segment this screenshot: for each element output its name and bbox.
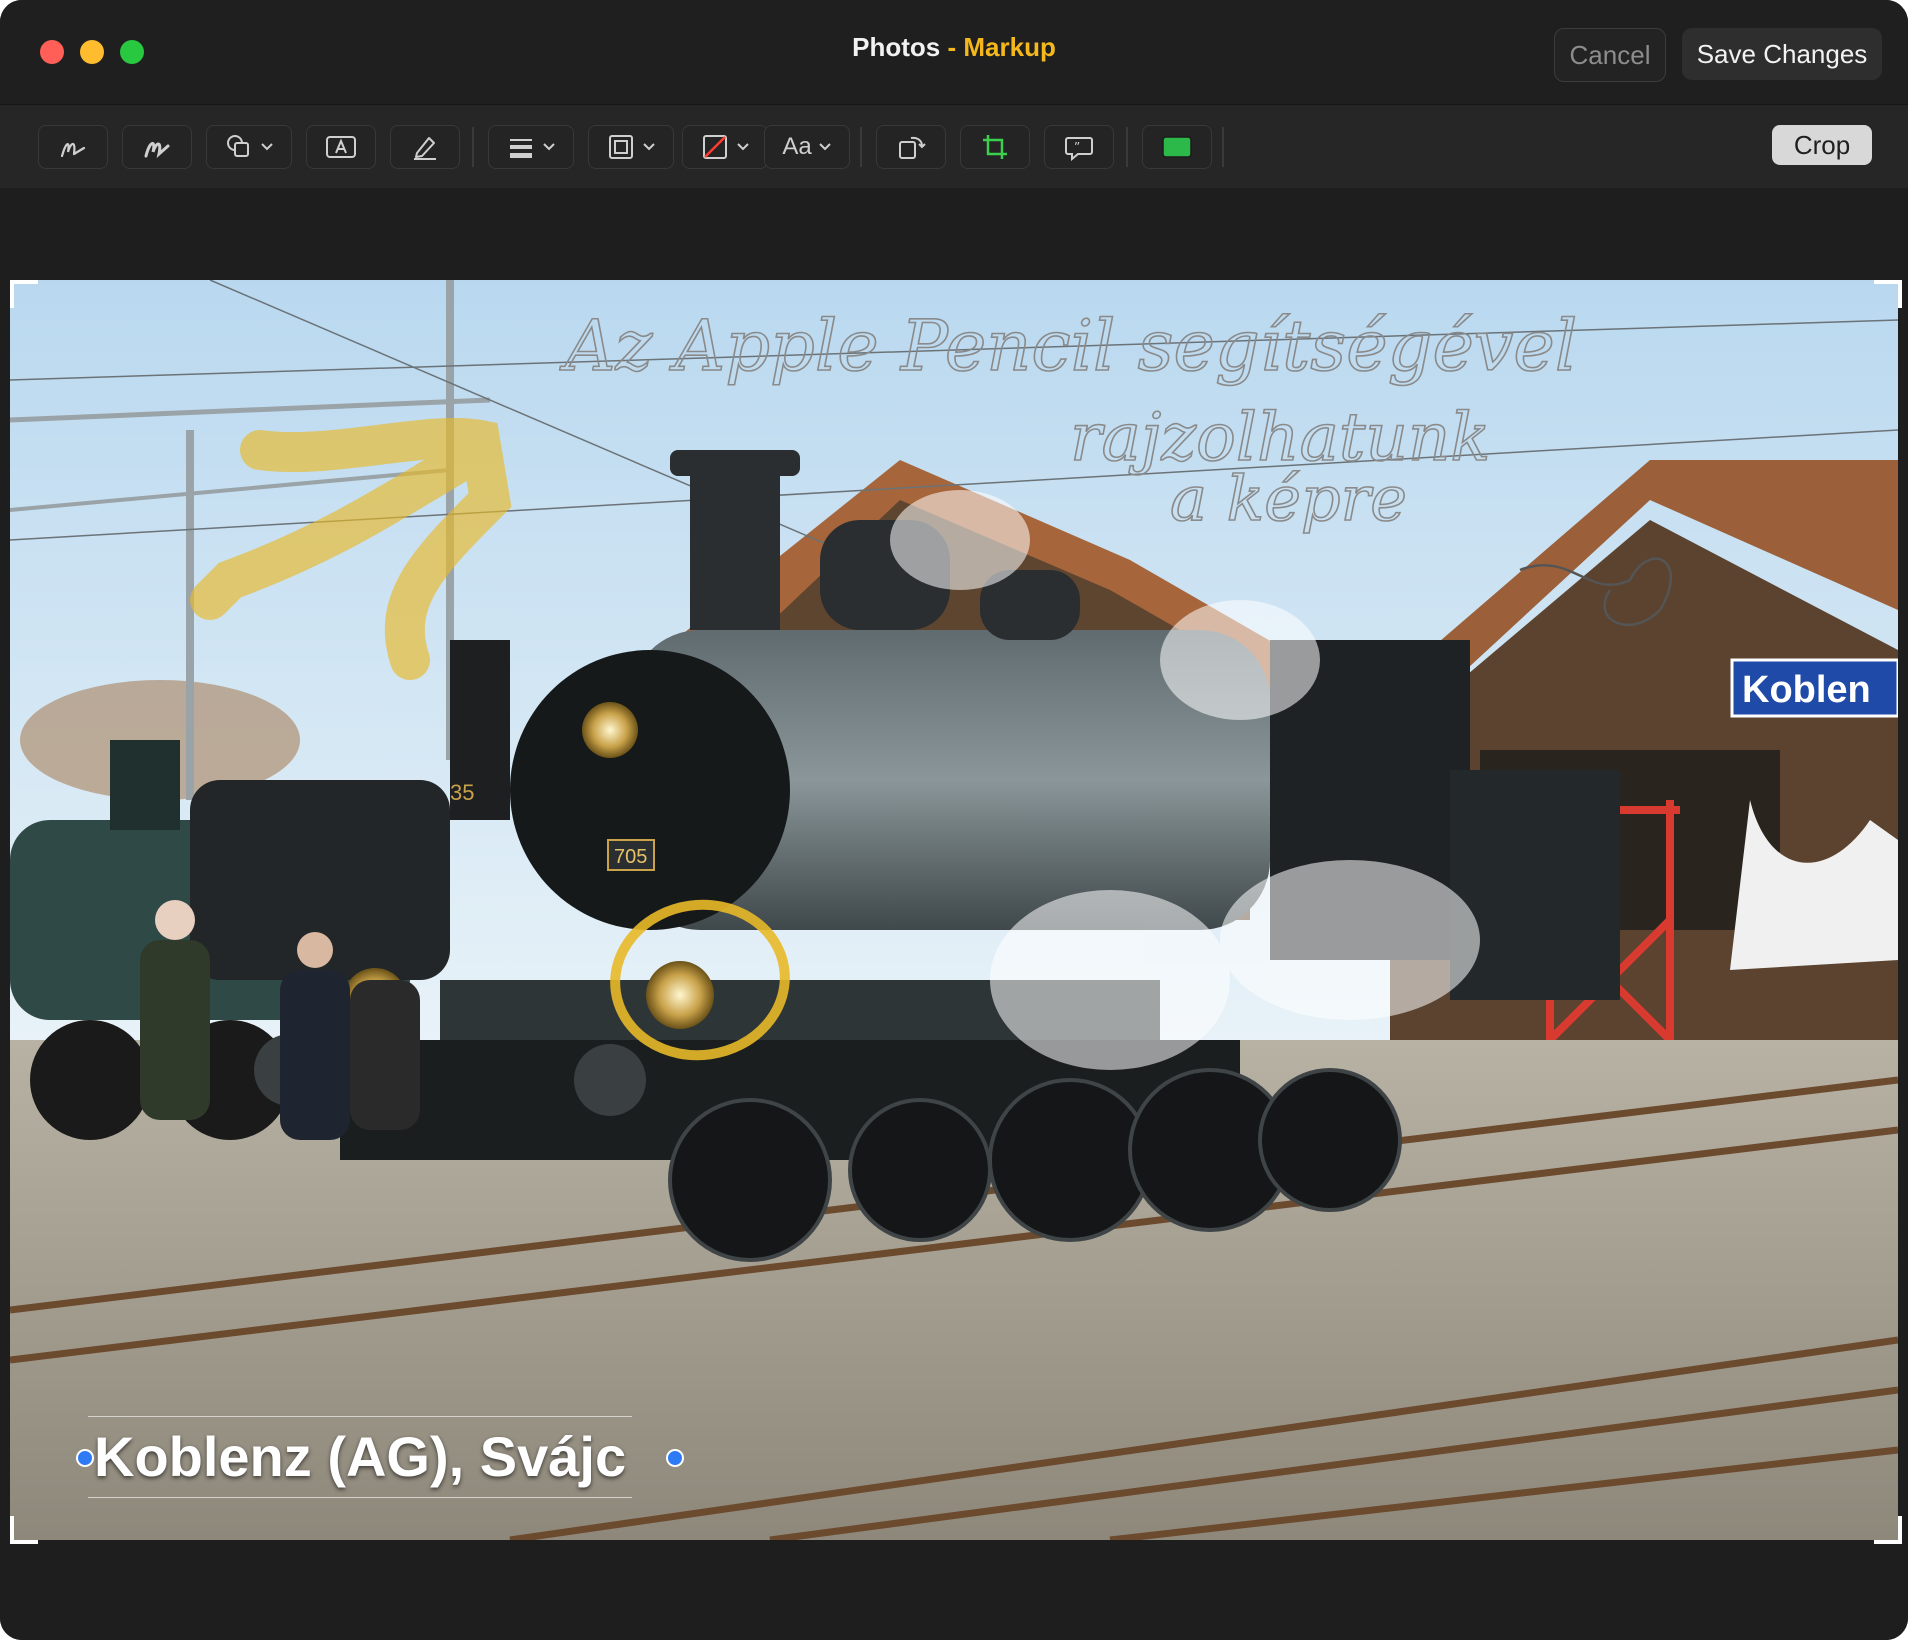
station-sign-text: Koblen: [1742, 669, 1871, 711]
markup-window: Photos - Markup Cancel Save Changes Aa ”…: [0, 0, 1908, 1640]
text-box-icon: [326, 136, 356, 158]
tender: [1450, 770, 1620, 1000]
text-tool[interactable]: [306, 125, 376, 169]
buffer: [574, 1044, 646, 1116]
handwriting-line-1[interactable]: Az Apple Pencil segítségével: [558, 304, 1578, 388]
signature-tool[interactable]: [390, 125, 460, 169]
chevron-down-icon: [737, 143, 749, 151]
shape-style-menu[interactable]: [488, 125, 574, 169]
green-locomotive-dome: [110, 740, 180, 830]
shapes-menu[interactable]: [206, 125, 292, 169]
photo-illustration: Koblen 35 705 Az Apple Pencil segítségév…: [10, 280, 1898, 1540]
main-chimney-cap: [670, 450, 800, 476]
markup-toolbar: Aa ” Crop: [0, 104, 1908, 189]
chevron-down-icon: [818, 143, 831, 151]
fill-color-menu[interactable]: [682, 125, 768, 169]
app-name: Photos: [852, 32, 941, 62]
description-tool[interactable]: ”: [1044, 125, 1114, 169]
draw-tool[interactable]: [122, 125, 192, 169]
border-color-menu[interactable]: [588, 125, 674, 169]
chevron-down-icon: [543, 143, 555, 151]
text-style-label: Aa: [782, 133, 812, 160]
border-color-icon: [609, 135, 633, 159]
draw-icon: [144, 142, 170, 159]
loco-number-plate: 705: [614, 846, 647, 868]
sketch-tool[interactable]: [38, 125, 108, 169]
rotate-tool[interactable]: [876, 125, 946, 169]
photo[interactable]: Koblen 35 705 Az Apple Pencil segítségév…: [10, 280, 1898, 1540]
toolbar-divider: [1222, 127, 1224, 167]
second-loco-number: 35: [450, 780, 474, 805]
cancel-button[interactable]: Cancel: [1554, 28, 1666, 82]
crop-icon: [983, 135, 1007, 159]
chevron-down-icon: [261, 143, 273, 151]
pen-highlight-icon: [414, 137, 436, 160]
crop-corner-bottom-right[interactable]: [1874, 1516, 1902, 1544]
toolbar-divider: [472, 127, 474, 167]
fill-none-icon: [703, 135, 727, 159]
save-changes-button[interactable]: Save Changes: [1682, 28, 1882, 80]
markup-canvas: Koblen 35 705 Az Apple Pencil segítségév…: [0, 188, 1908, 1640]
green-locomotive-wheel: [30, 1020, 150, 1140]
crop-corner-bottom-left[interactable]: [10, 1516, 38, 1544]
title-bar: Photos - Markup Cancel Save Changes: [0, 0, 1908, 104]
crop-button[interactable]: Crop: [1772, 125, 1872, 165]
text-box-resize-handle-right[interactable]: [666, 1449, 684, 1467]
toolbar-divider: [860, 127, 862, 167]
toolbar-divider: [1126, 127, 1128, 167]
handwriting-line-3[interactable]: a képre: [1169, 461, 1408, 536]
chevron-down-icon: [643, 143, 655, 151]
lower-headlamp: [646, 961, 714, 1029]
rotate-icon: [899, 136, 926, 159]
crop-corner-top-right[interactable]: [1874, 280, 1902, 308]
top-headlamp: [582, 702, 638, 758]
shapes-icon: [227, 135, 249, 157]
crop-corner-top-left[interactable]: [10, 280, 38, 308]
speech-bubble-icon: ”: [1065, 137, 1093, 162]
main-chimney: [690, 460, 780, 630]
sketch-icon: [60, 142, 86, 158]
title-separator: -: [940, 32, 964, 62]
line-weight-icon: [510, 139, 532, 158]
smokebox-door: [510, 650, 790, 930]
text-box-resize-handle-left[interactable]: [76, 1449, 94, 1467]
svg-text:”: ”: [1074, 140, 1080, 154]
text-style-menu[interactable]: Aa: [764, 125, 850, 169]
caption-text-box[interactable]: Koblenz (AG), Svájc: [88, 1416, 633, 1498]
color-swatch-icon: [1162, 136, 1192, 158]
crop-tool[interactable]: [960, 125, 1030, 169]
title-mode: Markup: [963, 32, 1056, 62]
color-picker[interactable]: [1142, 125, 1212, 169]
